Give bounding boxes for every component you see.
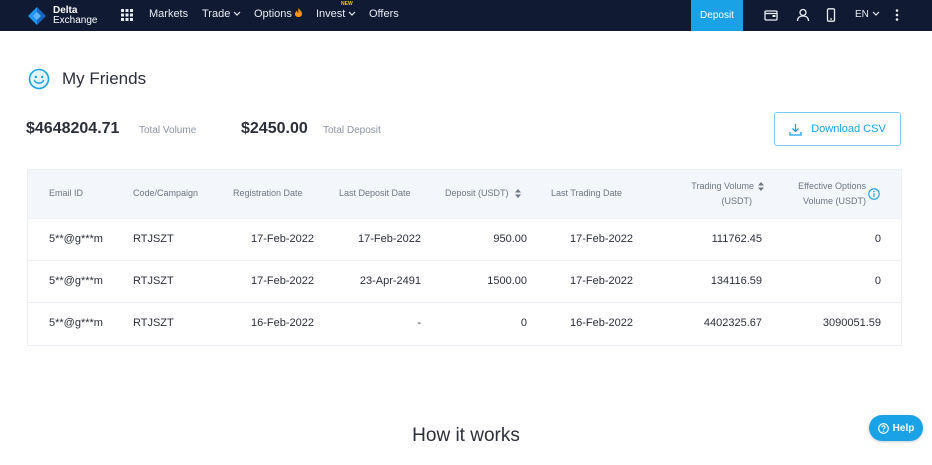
cell-trading-volume: 4402325.67 [703,317,762,329]
header-last-deposit: Last Deposit Date [339,188,411,198]
cell-deposit: 950.00 [493,233,527,245]
sort-icon [758,182,764,192]
cell-last-deposit: - [417,317,421,329]
cell-email: 5**@g***m [49,317,103,329]
total-volume-label: Total Volume [139,125,197,136]
nav-trade-label: Trade [202,8,231,20]
page-title: My Friends [62,69,147,88]
top-navigation-bar: Delta Exchange Markets Trade Options NEW… [0,0,932,31]
cell-deposit: 0 [520,317,527,329]
table-row: 5**@g***m RTJSZT 17-Feb-2022 23-Apr-2491… [28,260,901,302]
invest-new-badge: NEW [341,1,353,7]
table-header: Email ID Code/Campaign Registration Date… [28,170,901,218]
nav-invest[interactable]: Invest [316,8,356,20]
header-code: Code/Campaign [133,188,199,198]
cell-email: 5**@g***m [49,275,103,287]
cell-last-trading: 17-Feb-2022 [570,233,633,245]
cell-last-trading: 16-Feb-2022 [570,317,633,329]
smiley-icon [28,68,50,90]
how-it-works-heading: How it works [412,425,520,446]
header-effective-volume: Effective Options Volume (USDT) [776,179,866,209]
brand-subname: Exchange [53,14,98,26]
nav-invest-label: Invest [316,8,346,20]
fire-icon [294,8,302,17]
help-label: Help [892,422,915,434]
header-last-trading: Last Trading Date [551,188,623,198]
cell-trading-volume: 134116.59 [710,275,762,287]
nav-trade[interactable]: Trade [202,8,241,20]
chevron-down-icon [348,11,356,16]
chevron-down-icon [233,11,241,16]
deposit-button[interactable]: Deposit [691,0,743,31]
cell-deposit: 1500.00 [487,275,527,287]
header-effective-l2: Volume (USDT) [802,196,866,206]
cell-registration: 17-Feb-2022 [251,275,314,287]
table-row: 5**@g***m RTJSZT 16-Feb-2022 - 0 16-Feb-… [28,302,901,344]
cell-registration: 17-Feb-2022 [251,233,314,245]
mobile-icon[interactable] [824,8,838,22]
download-csv-button[interactable]: Download CSV [774,112,901,146]
header-email: Email ID [49,188,84,198]
table-row: 5**@g***m RTJSZT 17-Feb-2022 17-Feb-2022… [28,218,901,260]
header-trading-volume[interactable]: Trading Volume (USDT) [668,179,764,209]
cell-registration: 16-Feb-2022 [251,317,314,329]
language-selector[interactable]: EN [855,9,880,20]
header-registration: Registration Date [233,188,303,198]
brand-logo-link[interactable]: Delta Exchange [26,3,97,28]
cell-code: RTJSZT [133,317,174,329]
header-effective-l1: Effective Options [798,181,866,191]
brand-name: Delta [53,4,78,16]
header-deposit-label: Deposit (USDT) [445,188,509,198]
download-icon [789,123,802,136]
cell-code: RTJSZT [133,275,174,287]
header-deposit[interactable]: Deposit (USDT) [445,186,522,201]
cell-last-deposit: 17-Feb-2022 [358,233,421,245]
total-deposit-label: Total Deposit [323,125,381,136]
delta-logo-icon [28,6,46,25]
sort-icon [515,189,522,199]
chevron-down-icon [872,11,880,16]
more-vertical-icon[interactable] [890,8,904,22]
header-trading-volume-l2: (USDT) [721,196,753,206]
help-button[interactable]: Help [869,415,923,441]
cell-trading-volume: 111762.45 [711,233,762,245]
cell-last-trading: 17-Feb-2022 [570,275,633,287]
cell-email: 5**@g***m [49,233,103,245]
nav-markets[interactable]: Markets [149,8,188,20]
friends-table: Email ID Code/Campaign Registration Date… [27,169,902,346]
nav-options-label: Options [254,8,292,20]
cell-effective-volume: 0 [874,233,881,245]
cell-code: RTJSZT [133,233,174,245]
wallet-icon[interactable] [764,8,778,22]
nav-offers[interactable]: Offers [369,8,399,20]
download-csv-label: Download CSV [811,123,886,135]
total-volume-value: $4648204.71 [26,120,120,137]
nav-options[interactable]: Options [254,8,302,20]
apps-grid-icon[interactable] [121,9,133,21]
help-icon [877,422,889,434]
info-icon[interactable] [868,188,880,200]
user-icon[interactable] [796,8,810,22]
header-trading-volume-l1: Trading Volume [691,181,754,191]
cell-effective-volume: 0 [874,275,881,287]
total-deposit-value: $2450.00 [241,120,308,137]
cell-effective-volume: 3090051.59 [822,317,881,329]
cell-last-deposit: 23-Apr-2491 [359,275,421,287]
language-label: EN [855,9,869,20]
